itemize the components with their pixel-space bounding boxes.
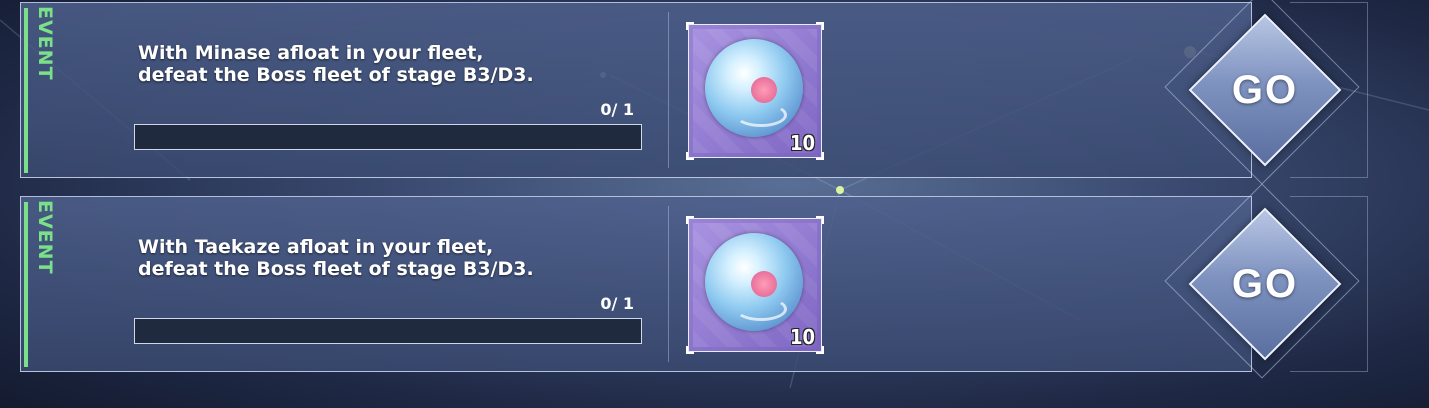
go-button[interactable] [1188,13,1342,167]
event-tag: EVENT [34,200,56,275]
orb-wave [735,103,787,127]
reward-count: 10 [789,325,815,349]
orb-swirl [751,77,777,103]
frame-corner [816,152,824,160]
frame-corner [686,346,694,354]
frame-corner [686,22,694,30]
go-button-wrap: GO [1164,183,1365,382]
task-description-line-1: With Minase afloat in your fleet, [138,42,484,64]
task-description-line-2: defeat the Boss fleet of stage B3/D3. [138,64,534,86]
progress-counter: 0/ 1 [600,100,634,119]
frame-corner [686,216,694,224]
event-accent-bar [24,202,28,367]
section-divider [668,12,669,168]
go-button-wrap: GO [1164,0,1365,188]
frame-corner [816,216,824,224]
task-card-1: EVENT With Minase afloat in your fleet, … [20,0,1369,185]
frame-corner [816,22,824,30]
task-description-line-2: defeat the Boss fleet of stage B3/D3. [138,258,534,280]
task-description: With Minase afloat in your fleet, defeat… [138,42,658,86]
task-description-line-1: With Taekaze afloat in your fleet, [138,236,494,258]
go-button[interactable] [1188,207,1342,361]
progress-counter: 0/ 1 [600,294,634,313]
event-tag: EVENT [34,6,56,81]
reward-item[interactable]: 10 [686,22,824,160]
orb-wave [735,297,787,321]
frame-corner [686,152,694,160]
task-panel [20,2,1252,178]
reward-item[interactable]: 10 [686,216,824,354]
task-panel [20,196,1252,372]
reward-count: 10 [789,131,815,155]
frame-corner [816,346,824,354]
task-description: With Taekaze afloat in your fleet, defea… [138,236,658,280]
orb-swirl [751,271,777,297]
progress-bar [134,318,642,344]
progress-bar [134,124,642,150]
section-divider [668,206,669,362]
bubble-orb-icon [705,233,803,331]
task-card-2: EVENT With Taekaze afloat in your fleet,… [20,183,1369,379]
event-accent-bar [24,8,28,173]
bubble-orb-icon [705,39,803,137]
